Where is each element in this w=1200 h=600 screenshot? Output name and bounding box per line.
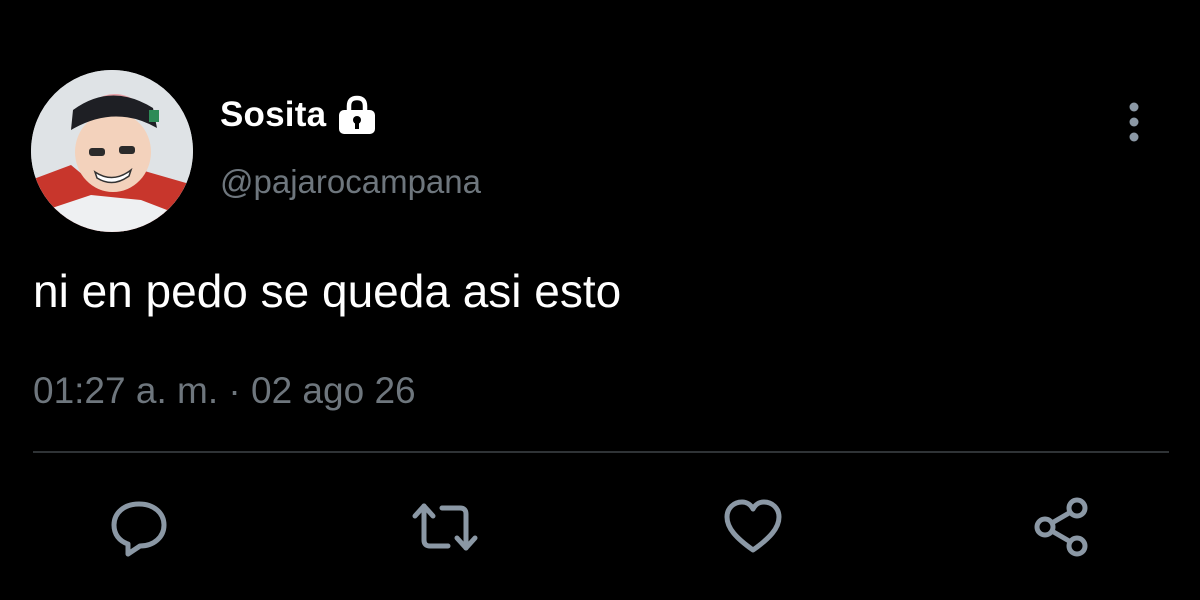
divider bbox=[33, 451, 1169, 453]
lock-icon bbox=[336, 95, 378, 135]
tweet-card: Sosita @pajarocampana ni en pedo se qued… bbox=[0, 0, 1200, 600]
avatar[interactable] bbox=[31, 70, 193, 232]
tweet-date: 02 ago 26 bbox=[251, 370, 416, 411]
reply-icon bbox=[108, 496, 170, 558]
avatar-image bbox=[31, 70, 193, 232]
share-button[interactable] bbox=[1028, 494, 1094, 560]
heart-icon bbox=[722, 498, 784, 556]
retweet-icon bbox=[412, 496, 478, 558]
more-vertical-icon[interactable] bbox=[1116, 100, 1152, 144]
display-name[interactable]: Sosita bbox=[220, 95, 326, 135]
retweet-button[interactable] bbox=[412, 494, 478, 560]
reply-button[interactable] bbox=[106, 494, 172, 560]
like-button[interactable] bbox=[720, 494, 786, 560]
tweet-text: ni en pedo se queda asi esto bbox=[33, 265, 622, 317]
meta-separator: · bbox=[228, 370, 241, 411]
user-handle[interactable]: @pajarocampana bbox=[220, 163, 481, 201]
name-row: Sosita bbox=[220, 92, 378, 138]
action-bar bbox=[0, 490, 1200, 570]
share-icon bbox=[1030, 496, 1092, 558]
tweet-time: 01:27 a. m. bbox=[33, 370, 219, 411]
tweet-timestamp[interactable]: 01:27 a. m. · 02 ago 26 bbox=[33, 370, 416, 412]
